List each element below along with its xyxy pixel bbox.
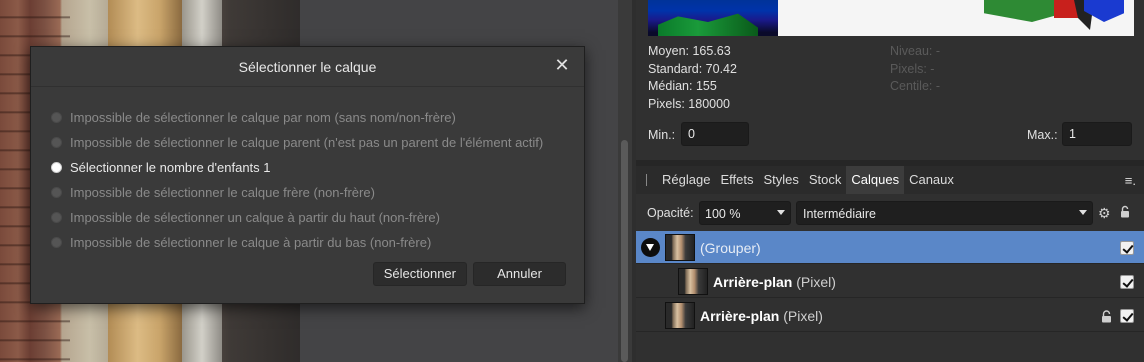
option-label: Sélectionner le nombre d'enfants 1: [70, 160, 271, 175]
layer-name-container: Arrière-plan (Pixel): [713, 274, 836, 290]
option-label: Impossible de sélectionner le calque par…: [70, 135, 544, 150]
dialog-title: Sélectionner le calque: [238, 59, 377, 75]
opacity-row: Opacité: 100 % Intermédiaire ⚙: [636, 198, 1144, 230]
blend-mode-value: Intermédiaire: [803, 207, 876, 221]
chevron-down-icon: [777, 210, 785, 215]
visibility-checkbox[interactable]: [1120, 309, 1134, 323]
min-label: Min.:: [648, 128, 676, 142]
option-sibling: Impossible de sélectionner le calque frè…: [51, 180, 543, 205]
option-by-name: Impossible de sélectionner le calque par…: [51, 105, 543, 130]
option-label: Impossible de sélectionner un calque à p…: [70, 210, 440, 225]
opacity-label: Opacité:: [647, 206, 694, 220]
option-children[interactable]: Sélectionner le nombre d'enfants 1: [51, 155, 543, 180]
canvas-scrollbar-thumb[interactable]: [621, 140, 628, 362]
select-button[interactable]: Sélectionner: [372, 262, 467, 286]
layer-row-background[interactable]: Arrière-plan (Pixel): [636, 299, 1144, 332]
radio-disabled: [51, 187, 62, 198]
stat-mean: Moyen: 165.63: [648, 44, 731, 58]
layer-name: Arrière-plan: [713, 274, 793, 290]
dialog-options: Impossible de sélectionner le calque par…: [51, 105, 543, 255]
histogram-graph: [648, 0, 1134, 36]
option-label: Impossible de sélectionner le calque à p…: [70, 235, 432, 250]
chevron-down-icon: [1079, 210, 1087, 215]
opacity-value: 100 %: [705, 207, 741, 221]
min-input[interactable]: 0: [681, 122, 749, 146]
layer-row-group[interactable]: (Grouper): [636, 231, 1144, 264]
close-icon[interactable]: ✕: [552, 55, 572, 75]
collapse-triangle-icon[interactable]: [641, 238, 660, 257]
tab-layers[interactable]: Calques: [846, 166, 905, 194]
visibility-checkbox[interactable]: [1120, 275, 1134, 289]
gear-icon[interactable]: ⚙: [1098, 205, 1111, 222]
opacity-select[interactable]: 100 %: [699, 201, 791, 225]
lock-icon[interactable]: [1120, 205, 1130, 218]
tab-adjustments[interactable]: Réglage: [657, 166, 715, 194]
layer-type: (Pixel): [783, 308, 823, 324]
radio-disabled: [51, 212, 62, 223]
layer-name: (Grouper): [700, 240, 761, 256]
visibility-checkbox[interactable]: [1120, 241, 1134, 255]
tab-stock[interactable]: Stock: [804, 166, 847, 194]
radio-disabled: [51, 237, 62, 248]
lock-icon[interactable]: [1101, 310, 1112, 323]
option-parent: Impossible de sélectionner le calque par…: [51, 130, 543, 155]
layer-type: (Pixel): [796, 274, 836, 290]
right-panel: Moyen: 165.63 Standard: 70.42 Médian: 15…: [636, 0, 1144, 362]
cancel-button[interactable]: Annuler: [473, 262, 566, 286]
stat-median: Médian: 155: [648, 79, 717, 93]
max-label: Max.:: [1027, 128, 1058, 142]
layer-name-container: Arrière-plan (Pixel): [700, 308, 823, 324]
stat-pixels-right: Pixels: -: [890, 61, 935, 76]
select-layer-dialog: Sélectionner le calque ✕ Impossible de s…: [30, 46, 585, 304]
blend-mode-select[interactable]: Intermédiaire: [796, 201, 1093, 225]
dialog-header: Sélectionner le calque ✕: [31, 47, 584, 87]
histogram-stats-right: Niveau: - Pixels: - Centile: -: [890, 43, 940, 96]
radio-selected[interactable]: [51, 162, 62, 173]
layer-thumbnail: [665, 302, 695, 329]
stat-standard: Standard: 70.42: [648, 61, 737, 76]
layer-row-child[interactable]: Arrière-plan (Pixel): [636, 265, 1144, 298]
stat-pixels: Pixels: 180000: [648, 96, 731, 111]
panel-tabs: Réglage Effets Styles Stock Calques Cana…: [636, 166, 1144, 194]
dialog-buttons: Sélectionner Annuler: [372, 262, 566, 286]
option-label: Impossible de sélectionner le calque frè…: [70, 185, 375, 200]
histogram-green-peak: [984, 0, 1064, 22]
option-from-top: Impossible de sélectionner un calque à p…: [51, 205, 543, 230]
histogram-stats: Moyen: 165.63 Standard: 70.42 Médian: 15…: [648, 43, 737, 113]
layer-name: Arrière-plan: [700, 308, 780, 324]
option-label: Impossible de sélectionner le calque par…: [70, 110, 456, 125]
option-from-bottom: Impossible de sélectionner le calque à p…: [51, 230, 543, 255]
layer-thumbnail: [665, 234, 695, 261]
tab-grip[interactable]: [646, 174, 647, 186]
histogram-right-area: [964, 0, 1134, 36]
tab-effects[interactable]: Effets: [715, 166, 758, 194]
max-input[interactable]: 1: [1062, 122, 1132, 146]
radio-disabled: [51, 112, 62, 123]
panel-menu-icon[interactable]: ≡.: [1125, 173, 1136, 188]
tab-channels[interactable]: Canaux: [904, 166, 959, 194]
tab-styles[interactable]: Styles: [758, 166, 803, 194]
radio-disabled: [51, 137, 62, 148]
stat-percentile: Centile: -: [890, 79, 941, 93]
layer-thumbnail: [678, 268, 708, 295]
stat-level: Niveau: -: [890, 44, 941, 58]
